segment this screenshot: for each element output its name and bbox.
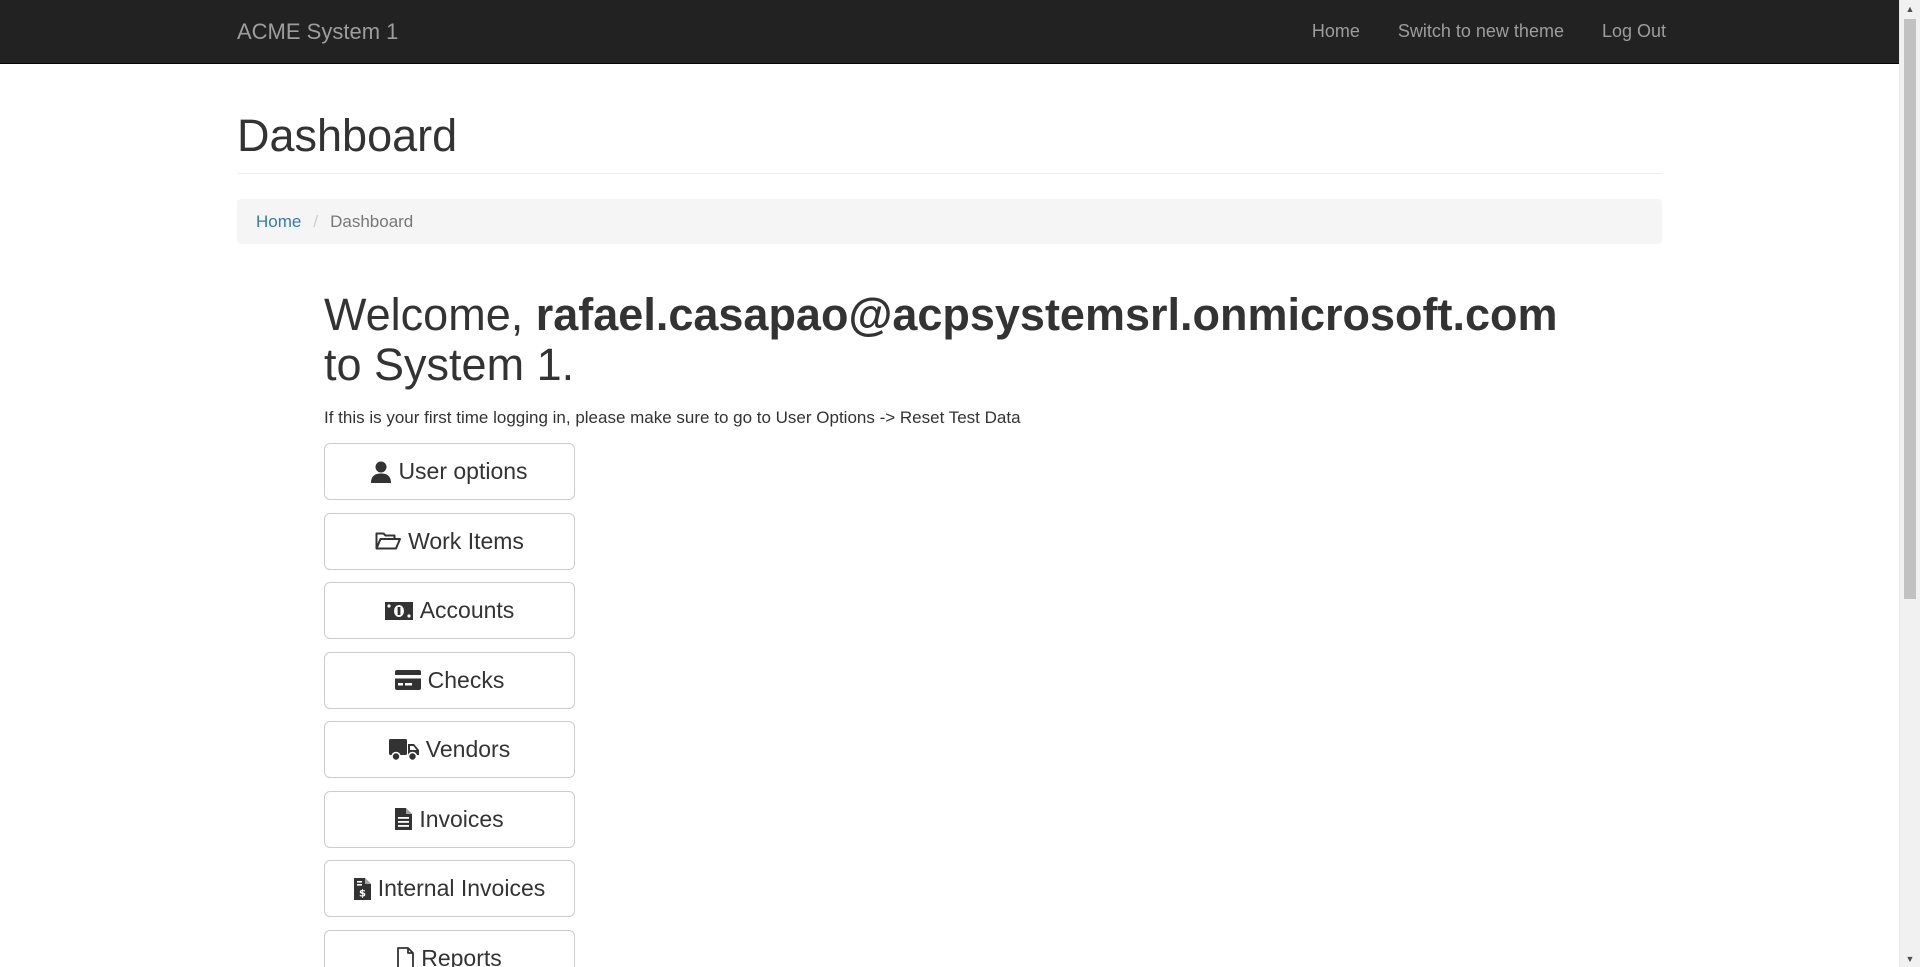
accounts-button[interactable]: Accounts xyxy=(324,582,575,639)
button-label: Internal Invoices xyxy=(377,875,546,901)
svg-text:$: $ xyxy=(359,888,366,899)
welcome-prefix: Welcome, xyxy=(324,289,524,340)
internal-invoices-button[interactable]: $ Internal Invoices xyxy=(324,860,575,917)
reports-button[interactable]: Reports xyxy=(324,929,575,967)
welcome-suffix: to System 1. xyxy=(324,339,575,390)
file-text-icon xyxy=(395,808,413,830)
button-label: Invoices xyxy=(419,805,504,832)
header-divider xyxy=(237,173,1662,174)
vendors-button[interactable]: Vendors xyxy=(324,721,575,778)
breadcrumb-current: Dashboard xyxy=(330,211,414,231)
page-title: Dashboard xyxy=(237,110,458,161)
scroll-up-arrow-icon[interactable]: ▲ xyxy=(1900,0,1920,17)
welcome-heading: Welcome, rafael.casapao@acpsystemsrl.onm… xyxy=(324,290,1624,390)
work-items-button[interactable]: Work Items xyxy=(324,512,575,570)
vertical-scrollbar[interactable]: ▲ ▼ xyxy=(1899,0,1920,967)
invoices-button[interactable]: Invoices xyxy=(324,790,575,848)
dashboard-button-list: User options Work Items Accounts Checks … xyxy=(324,443,575,967)
file-icon xyxy=(397,947,415,967)
nav-switch-theme-link[interactable]: Switch to new theme xyxy=(1379,0,1583,63)
breadcrumb-separator: / xyxy=(313,211,319,231)
truck-icon xyxy=(388,738,419,761)
welcome-user-email: rafael.casapao@acpsystemsrl.onmicrosoft.… xyxy=(535,289,1558,340)
folder-open-icon xyxy=(375,532,402,550)
button-label: Checks xyxy=(427,666,505,693)
button-label: User options xyxy=(398,458,528,484)
first-login-notice: If this is your first time logging in, p… xyxy=(324,408,1021,427)
button-label: Work Items xyxy=(408,527,524,554)
brand-link[interactable]: ACME System 1 xyxy=(237,0,398,63)
page: ACME System 1 Home Switch to new theme L… xyxy=(0,0,1920,967)
button-label: Vendors xyxy=(425,736,511,762)
button-label: Reports xyxy=(421,944,502,967)
button-label: Accounts xyxy=(419,597,515,623)
user-icon xyxy=(371,461,392,483)
nav-links: Home Switch to new theme Log Out xyxy=(1293,0,1666,63)
navbar: ACME System 1 Home Switch to new theme L… xyxy=(0,0,1899,64)
nav-home-link[interactable]: Home xyxy=(1293,0,1379,63)
file-invoice-dollar-icon: $ xyxy=(353,877,371,900)
credit-card-icon xyxy=(394,670,421,690)
money-bill-icon xyxy=(384,601,413,620)
user-options-button[interactable]: User options xyxy=(324,443,575,500)
breadcrumb: Home / Dashboard xyxy=(237,199,1662,244)
nav-logout-link[interactable]: Log Out xyxy=(1583,0,1666,63)
checks-button[interactable]: Checks xyxy=(324,651,575,709)
scrollbar-thumb[interactable] xyxy=(1904,19,1916,599)
scroll-down-arrow-icon[interactable]: ▼ xyxy=(1900,950,1920,967)
breadcrumb-home-link[interactable]: Home xyxy=(256,212,301,232)
